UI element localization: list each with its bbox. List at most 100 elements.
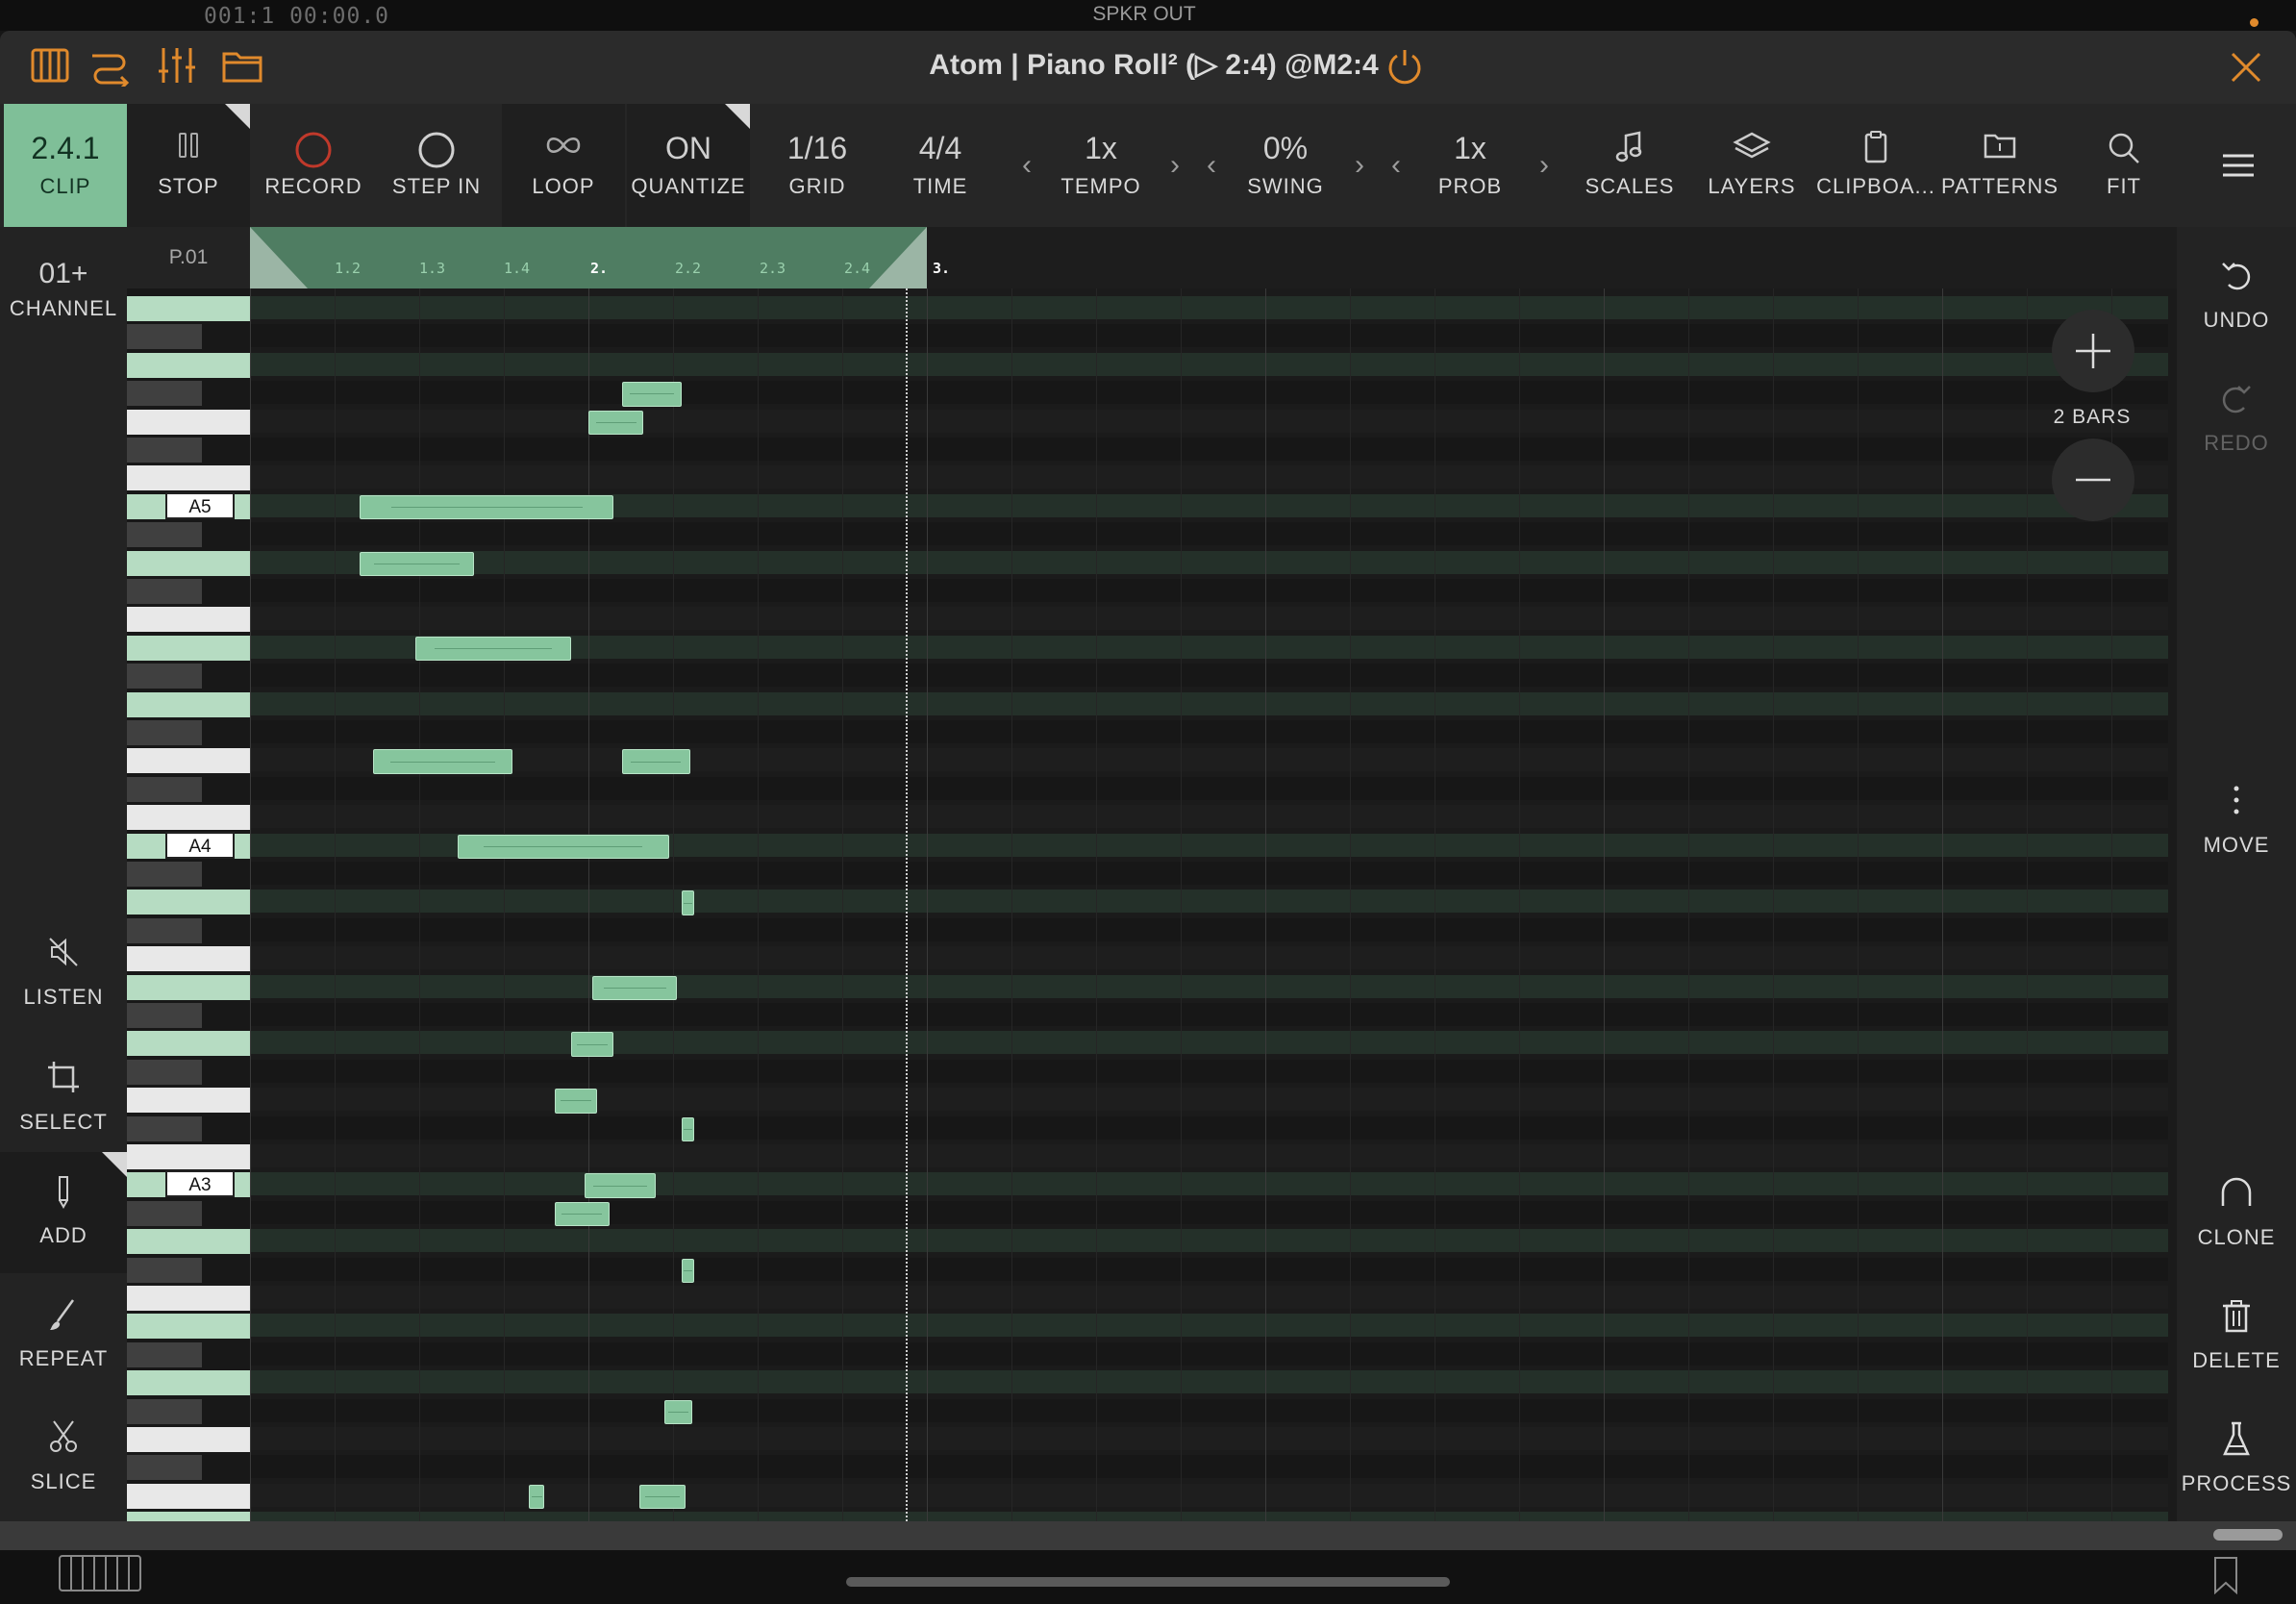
black-key[interactable]: [127, 1341, 202, 1367]
black-key[interactable]: [127, 1455, 202, 1481]
black-key[interactable]: [127, 720, 202, 745]
black-key[interactable]: [127, 522, 202, 548]
redo-button[interactable]: REDO: [2177, 358, 2296, 479]
black-key[interactable]: [127, 381, 202, 407]
note[interactable]: [592, 975, 678, 1000]
stop-button[interactable]: STOP: [127, 104, 250, 227]
white-key[interactable]: [127, 1427, 250, 1452]
timeline-ruler[interactable]: 1.2 1.3 1.4 2. 2.2 2.3 2.4 3.: [250, 227, 2177, 288]
tempo-decrease-button[interactable]: ‹: [1017, 149, 1036, 182]
black-key[interactable]: [127, 1200, 202, 1226]
white-key[interactable]: [127, 805, 250, 831]
mixer-icon[interactable]: [156, 44, 198, 87]
tempo-control[interactable]: 1x TEMPO: [1038, 104, 1163, 227]
white-key[interactable]: [127, 1031, 250, 1057]
black-key[interactable]: [127, 776, 202, 802]
scales-button[interactable]: SCALES: [1567, 104, 1692, 227]
undo-button[interactable]: UNDO: [2177, 235, 2296, 356]
note[interactable]: [622, 382, 682, 407]
note[interactable]: [584, 1173, 657, 1198]
white-key[interactable]: [127, 409, 250, 435]
white-key[interactable]: [127, 296, 250, 321]
pattern-label[interactable]: P.01: [127, 227, 250, 288]
clipboard-button[interactable]: CLIPBOA...: [1811, 104, 1940, 227]
white-key[interactable]: [127, 352, 250, 378]
white-key[interactable]: [127, 748, 250, 774]
quantize-button[interactable]: ON QUANTIZE: [627, 104, 750, 227]
white-key[interactable]: [127, 1512, 250, 1521]
add-tool[interactable]: ADD: [0, 1152, 127, 1273]
time-signature-button[interactable]: 4/4 TIME: [879, 104, 1002, 227]
horizontal-scrollbar[interactable]: [0, 1521, 2296, 1550]
note[interactable]: [372, 749, 512, 774]
black-key[interactable]: [127, 1003, 202, 1028]
white-key[interactable]: [127, 1286, 250, 1311]
note[interactable]: [414, 636, 572, 662]
white-key[interactable]: [127, 1370, 250, 1396]
grid-button[interactable]: 1/16 GRID: [756, 104, 879, 227]
record-button[interactable]: RECORD: [252, 104, 375, 227]
white-key[interactable]: [127, 1483, 250, 1509]
note[interactable]: [360, 551, 475, 576]
note[interactable]: [554, 1201, 610, 1227]
swing-decrease-button[interactable]: ‹: [1202, 149, 1221, 182]
select-tool[interactable]: SELECT: [0, 1039, 127, 1160]
listen-tool[interactable]: LISTEN: [0, 914, 127, 1035]
black-key[interactable]: [127, 1059, 202, 1085]
piano-keyboard[interactable]: A5 A4 A3: [127, 288, 250, 1521]
delete-button[interactable]: DELETE: [2177, 1275, 2296, 1396]
zoom-in-button[interactable]: [2052, 310, 2134, 392]
white-key[interactable]: [127, 1088, 250, 1114]
note[interactable]: [529, 1484, 545, 1510]
zoom-out-button[interactable]: [2052, 439, 2134, 521]
white-key[interactable]: [127, 1314, 250, 1340]
swing-control[interactable]: 0% SWING: [1223, 104, 1348, 227]
note[interactable]: [681, 890, 694, 915]
close-icon[interactable]: [2229, 50, 2271, 92]
note[interactable]: [360, 494, 614, 520]
white-key[interactable]: [127, 691, 250, 717]
swing-increase-button[interactable]: ›: [1350, 149, 1369, 182]
note[interactable]: [571, 1032, 614, 1057]
tempo-increase-button[interactable]: ›: [1165, 149, 1185, 182]
scroll-handle[interactable]: [2213, 1529, 2283, 1541]
move-button[interactable]: MOVE: [2177, 760, 2296, 881]
folder-icon[interactable]: [221, 44, 263, 87]
patterns-button[interactable]: PATTERNS: [1940, 104, 2059, 227]
white-key[interactable]: [127, 465, 250, 491]
white-key[interactable]: [127, 974, 250, 1000]
note[interactable]: [638, 1484, 686, 1510]
note[interactable]: [622, 749, 690, 774]
power-icon[interactable]: [1385, 46, 1427, 88]
white-key[interactable]: [127, 1229, 250, 1255]
black-key[interactable]: [127, 664, 202, 689]
note[interactable]: [588, 410, 644, 435]
loop-button[interactable]: LOOP: [502, 104, 625, 227]
black-key[interactable]: [127, 1115, 202, 1141]
probability-control[interactable]: 1x PROB: [1408, 104, 1533, 227]
black-key[interactable]: [127, 579, 202, 604]
channel-value[interactable]: 01+: [0, 258, 127, 290]
black-key[interactable]: [127, 1398, 202, 1424]
keyboard-toggle-icon[interactable]: [58, 1554, 142, 1592]
bookmark-icon[interactable]: [2211, 1556, 2240, 1595]
black-key[interactable]: [127, 1257, 202, 1283]
black-key[interactable]: [127, 862, 202, 887]
note[interactable]: [664, 1399, 693, 1424]
clone-button[interactable]: CLONE: [2177, 1152, 2296, 1273]
black-key[interactable]: [127, 438, 202, 463]
layers-button[interactable]: LAYERS: [1692, 104, 1811, 227]
process-button[interactable]: PROCESS: [2177, 1398, 2296, 1519]
white-key[interactable]: [127, 1144, 250, 1169]
routing-icon[interactable]: [88, 44, 131, 90]
playhead[interactable]: [906, 288, 908, 1521]
note[interactable]: [554, 1089, 597, 1114]
white-key[interactable]: [127, 550, 250, 576]
fit-button[interactable]: FIT: [2063, 104, 2184, 227]
black-key[interactable]: [127, 324, 202, 350]
black-key[interactable]: [127, 917, 202, 943]
prob-increase-button[interactable]: ›: [1535, 149, 1554, 182]
note[interactable]: [681, 1116, 694, 1141]
slice-tool[interactable]: SLICE: [0, 1398, 127, 1519]
repeat-tool[interactable]: REPEAT: [0, 1275, 127, 1396]
